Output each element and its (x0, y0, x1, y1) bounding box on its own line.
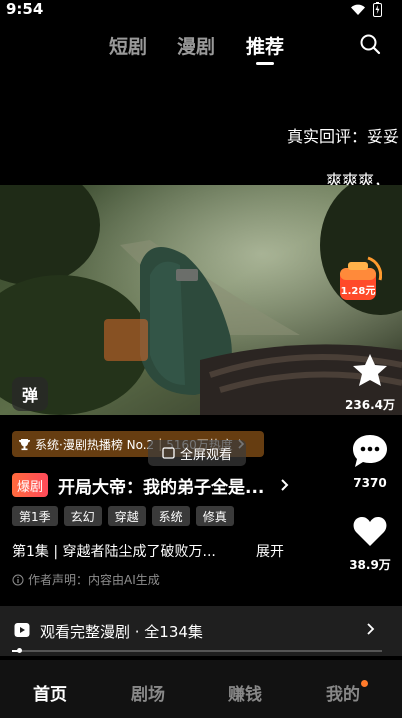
playback-progress-knob[interactable] (17, 648, 23, 653)
ai-disclaimer: 作者声明：内容由AI生成 (12, 571, 160, 588)
comment-icon (353, 435, 387, 467)
wifi-icon (351, 4, 365, 15)
battery-charging-icon (373, 2, 382, 17)
playback-progress-bar[interactable] (12, 648, 382, 653)
status-icons (350, 2, 382, 17)
comment-count: 7370 (353, 476, 387, 490)
top-nav: 短剧 漫剧 推荐 (0, 28, 402, 68)
tab-comic-drama[interactable]: 漫剧 (177, 32, 215, 59)
watch-full-series-bar[interactable]: 观看完整漫剧 · 全134集 (0, 606, 402, 656)
bottom-nav: 首页 剧场 赚钱 我的 (0, 660, 402, 718)
tag-list: 第1季 玄幻 穿越 系统 修真 (12, 506, 234, 526)
favorite-button[interactable]: 38.9万 (340, 512, 400, 573)
danmaku-toggle-button[interactable]: 弹 (12, 377, 48, 411)
series-title[interactable]: 开局大帝：我的弟子全是... (58, 473, 274, 498)
play-icon (14, 623, 30, 637)
bottom-nav-earn[interactable]: 赚钱 (228, 680, 262, 705)
danmaku-comment: 真实回评：妥妥 (287, 127, 400, 146)
active-tab-indicator (256, 62, 274, 65)
tag-genre[interactable]: 系统 (151, 506, 190, 526)
series-title-row[interactable]: 爆剧 开局大帝：我的弟子全是... (12, 472, 289, 498)
tag-season[interactable]: 第1季 (12, 506, 58, 526)
like-count: 236.4万 (345, 398, 395, 412)
rank-label: 系统·漫剧热播榜 No.2 (35, 437, 155, 452)
heart-icon (353, 517, 387, 546)
comment-button[interactable]: 7370 (340, 432, 400, 490)
fullscreen-icon (162, 447, 175, 459)
tag-genre[interactable]: 玄幻 (63, 506, 102, 526)
tag-genre[interactable]: 穿越 (107, 506, 146, 526)
chevron-right-icon (367, 623, 375, 635)
chevron-right-icon (281, 479, 289, 491)
watch-full-series-label: 观看完整漫剧 · 全134集 (40, 623, 203, 641)
fullscreen-button[interactable]: 全屏观看 (148, 440, 246, 466)
bottom-nav-home[interactable]: 首页 (33, 680, 67, 705)
bottom-nav-theater[interactable]: 剧场 (131, 680, 165, 705)
expand-button[interactable]: 展开 (256, 541, 284, 561)
notification-dot (361, 680, 368, 687)
status-time: 9:54 (6, 0, 44, 18)
info-icon (12, 574, 24, 585)
favorite-count: 38.9万 (349, 558, 391, 572)
trophy-icon (19, 438, 30, 450)
fullscreen-label: 全屏观看 (179, 447, 232, 463)
like-button[interactable]: 236.4万 (340, 352, 400, 413)
bottom-nav-profile[interactable]: 我的 (326, 680, 360, 705)
ai-disclaimer-text: 作者声明：内容由AI生成 (28, 573, 160, 587)
status-bar: 9:54 (0, 0, 402, 22)
hot-badge: 爆剧 (12, 473, 48, 497)
like-icon (353, 354, 387, 386)
search-icon[interactable] (358, 32, 382, 56)
tag-genre[interactable]: 修真 (195, 506, 234, 526)
episode-description: 第1集 | 穿越者陆尘成了破败万... (12, 544, 216, 560)
tab-short-drama[interactable]: 短剧 (109, 32, 147, 59)
reward-amount: 1.28元 (340, 286, 376, 297)
danmaku-toggle-label: 弹 (21, 386, 38, 405)
tab-recommend[interactable]: 推荐 (246, 32, 284, 59)
